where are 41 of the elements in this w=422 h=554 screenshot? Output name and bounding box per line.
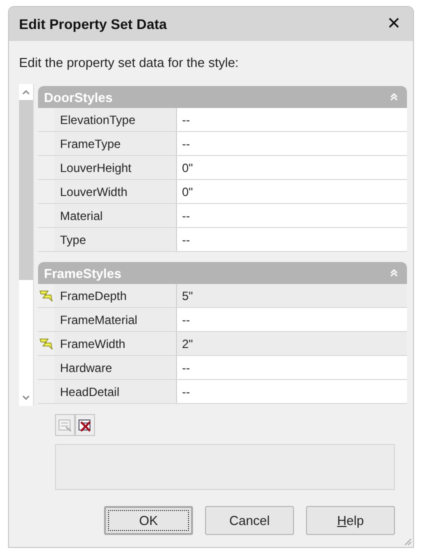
close-button[interactable]: ✕ [382,14,405,34]
property-name: Material [54,204,177,227]
add-list-icon [58,418,72,432]
collapse-icon[interactable] [389,268,399,278]
dialog-button[interactable]: OK [104,506,193,535]
remove-property-button[interactable] [75,414,95,436]
property-name: LouverHeight [54,156,177,179]
lightning-icon [39,290,53,302]
lightning-icon [39,338,53,350]
property-value[interactable]: 5" [177,284,407,307]
property-value[interactable]: 0" [177,156,407,179]
property-value[interactable]: -- [177,380,407,403]
property-name: Type [54,228,177,251]
property-value[interactable]: -- [177,108,407,131]
property-name: HeadDetail [54,380,177,403]
property-value[interactable]: 0" [177,180,407,203]
property-name: FrameWidth [54,332,177,355]
instruction-text: Edit the property set data for the style: [19,55,240,70]
property-name: FrameDepth [54,284,177,307]
dialog-button[interactable]: Help [306,506,395,535]
property-name: FrameMaterial [54,308,177,331]
property-value[interactable]: -- [177,132,407,155]
scroll-up-icon[interactable] [21,88,31,96]
section-title: DoorStyles [44,90,113,104]
scroll-down-icon[interactable] [21,394,31,402]
property-name: ElevationType [54,108,177,131]
property-value[interactable]: -- [177,228,407,251]
scroll-bar[interactable] [19,84,34,406]
property-name: Hardware [54,356,177,379]
property-value[interactable]: 2" [177,332,407,355]
property-name: FrameType [54,132,177,155]
collapse-icon[interactable] [389,92,399,102]
property-value[interactable]: -- [177,356,407,379]
window-title: Edit Property Set Data [19,16,167,32]
property-name: LouverWidth [54,180,177,203]
dialog-button[interactable]: Cancel [205,506,294,535]
property-value[interactable]: -- [177,308,407,331]
section-title: FrameStyles [44,266,122,280]
resize-grip-icon[interactable] [402,536,412,546]
property-value[interactable]: -- [177,204,407,227]
delete-icon [78,418,92,432]
